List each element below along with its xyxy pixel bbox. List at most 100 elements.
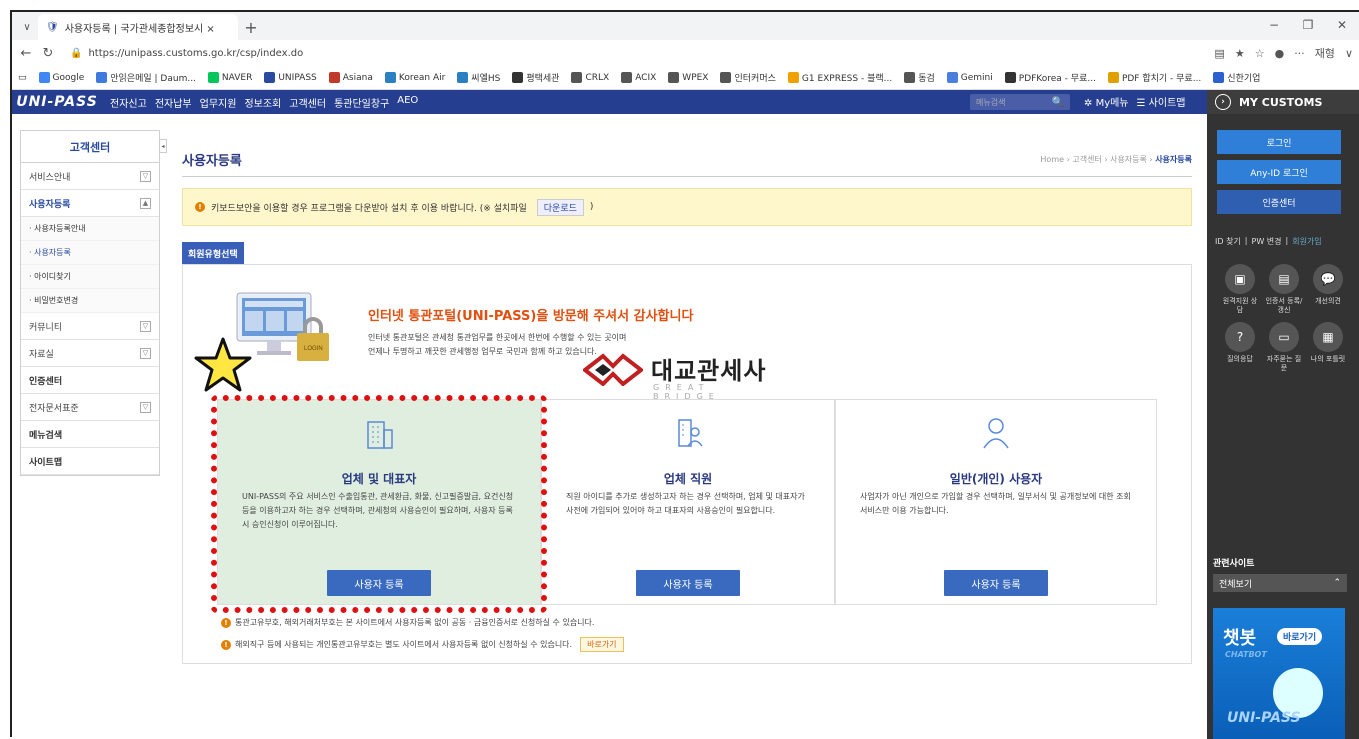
pw-change-link[interactable]: PW 변경 bbox=[1252, 236, 1282, 247]
extension-icon[interactable]: ● bbox=[1275, 47, 1285, 60]
left-nav-item[interactable]: 서비스안내 ▽ bbox=[21, 163, 159, 190]
breadcrumb-item[interactable]: 고객센터 bbox=[1072, 155, 1101, 164]
bookmark-item[interactable]: 인터커머스 bbox=[720, 71, 776, 84]
bookmark-item[interactable]: ACIX bbox=[621, 72, 656, 83]
quick-menu-label[interactable]: 나의 포틀릿 bbox=[1308, 355, 1348, 364]
bookmark-item[interactable]: NAVER bbox=[207, 72, 252, 83]
chatbot-banner[interactable]: 챗봇 바로가기 CHATBOT UNI-PASS bbox=[1213, 608, 1345, 739]
left-nav-item[interactable]: 자료실 ▽ bbox=[21, 340, 159, 367]
gnav-item[interactable]: 통관단일창구 bbox=[334, 95, 389, 110]
tab-list-chevron-icon[interactable]: ∨ bbox=[16, 14, 38, 40]
restore-icon[interactable]: ❐ bbox=[1291, 14, 1325, 36]
refresh-icon[interactable]: ↻ bbox=[40, 46, 56, 61]
unipass-logo[interactable]: UNI-PASS bbox=[12, 90, 102, 114]
close-icon[interactable]: ✕ bbox=[1325, 14, 1359, 36]
url-field[interactable]: 🔒 https://unipass.customs.go.kr/csp/inde… bbox=[62, 43, 1208, 63]
gnav-item[interactable]: 전자신고 bbox=[110, 95, 147, 110]
gnav-item[interactable]: 전자납부 bbox=[155, 95, 192, 110]
bookmark-item[interactable]: Gemini bbox=[946, 72, 993, 83]
go-button[interactable]: 바로가기 bbox=[580, 637, 624, 652]
certificate-icon[interactable]: ▤ bbox=[1269, 264, 1299, 294]
left-nav-subitem[interactable]: · 사용자등록 bbox=[21, 241, 159, 265]
gnav-item[interactable]: 업무지원 bbox=[200, 95, 237, 110]
bookmark-favicon-icon bbox=[1107, 72, 1119, 83]
bookmark-item[interactable]: UNIPASS bbox=[264, 72, 317, 83]
bookmark-item[interactable]: 평택세관 bbox=[512, 71, 559, 84]
quick-menu-label[interactable]: 자주묻는 질문 bbox=[1264, 355, 1304, 373]
bookmark-item[interactable]: 신한기업 bbox=[1213, 71, 1260, 84]
expand-icon[interactable]: ▽ bbox=[140, 170, 151, 182]
bookmark-item[interactable]: 안읽은메일 | Daum... bbox=[96, 71, 196, 84]
favorites-list-icon[interactable]: ☆ bbox=[1255, 47, 1265, 60]
breadcrumb-home[interactable]: Home bbox=[1040, 155, 1064, 164]
new-tab-plus-icon[interactable]: + bbox=[238, 14, 264, 40]
left-nav-item[interactable]: 사용자등록 ▲ bbox=[21, 190, 159, 217]
chatbot-go-button[interactable]: 바로가기 bbox=[1277, 628, 1323, 645]
my-customs-toggle[interactable]: › MY CUSTOMS bbox=[1207, 90, 1359, 114]
left-nav-item[interactable]: 커뮤니티 ▽ bbox=[21, 313, 159, 340]
faq-icon[interactable]: ▭ bbox=[1269, 322, 1299, 352]
left-nav-subitem[interactable]: · 아이디찾기 bbox=[21, 265, 159, 289]
monitor-icon[interactable]: ▣ bbox=[1225, 264, 1255, 294]
register-button[interactable]: 사용자 등록 bbox=[327, 570, 431, 596]
bookmark-item[interactable]: PDF 합치기 - 무료... bbox=[1107, 71, 1201, 84]
bookmark-item[interactable]: G1 EXPRESS - 블랙... bbox=[787, 71, 892, 84]
related-sites-select[interactable]: 전체보기 ⌃ bbox=[1213, 574, 1347, 592]
collapse-icon[interactable]: ◂ bbox=[159, 139, 167, 153]
anyid-login-button[interactable]: Any-ID 로그인 bbox=[1217, 160, 1341, 184]
quick-menu-label[interactable]: 원격지원 상담 bbox=[1220, 297, 1260, 315]
join-link[interactable]: 회원가입 bbox=[1292, 236, 1321, 247]
search-icon[interactable]: 🔍 bbox=[1052, 97, 1064, 108]
breadcrumb-item[interactable]: 사용자등록 bbox=[1110, 155, 1147, 164]
favorite-star-icon[interactable]: ★ bbox=[1235, 47, 1245, 60]
browser-tab[interactable]: 🛡 사용자등록 | 국가관세종합정보시 × bbox=[38, 14, 238, 40]
mymenu-link[interactable]: ✲ My메뉴 bbox=[1084, 94, 1129, 109]
gnav-item[interactable]: 정보조회 bbox=[244, 95, 281, 110]
download-button[interactable]: 다운로드 bbox=[536, 198, 584, 216]
quick-menu-label[interactable]: 개선의견 bbox=[1308, 297, 1348, 306]
minimize-icon[interactable]: − bbox=[1257, 14, 1291, 36]
expand-icon[interactable]: ▽ bbox=[140, 320, 151, 332]
gnav-item[interactable]: 고객센터 bbox=[289, 95, 326, 110]
register-button[interactable]: 사용자 등록 bbox=[636, 570, 740, 596]
left-nav-item[interactable]: 전자문서표준 ▽ bbox=[21, 394, 159, 421]
bookmark-item[interactable]: Google bbox=[38, 72, 84, 83]
bookmark-item[interactable]: CRLX bbox=[571, 72, 609, 83]
speech-bubble-icon[interactable]: 💬 bbox=[1313, 264, 1343, 294]
left-nav-subitem[interactable]: · 사용자등록안내 bbox=[21, 217, 159, 241]
bookmark-item[interactable]: Asiana bbox=[328, 72, 373, 83]
bookmark-item[interactable]: PDFKorea - 무료... bbox=[1004, 71, 1096, 84]
left-nav-item[interactable]: 인증센터 bbox=[21, 367, 159, 394]
more-menu-icon[interactable]: ··· bbox=[1294, 47, 1305, 60]
quick-menu-label[interactable]: 인증서 등록/갱신 bbox=[1264, 297, 1304, 315]
bookmark-item[interactable]: 동검 bbox=[904, 71, 935, 84]
tab-member-type[interactable]: 회원유형선택 bbox=[182, 242, 244, 264]
bookmark-item[interactable]: 씨엘HS bbox=[457, 71, 500, 84]
chevron-down-icon[interactable]: ∨ bbox=[1345, 47, 1353, 60]
register-button[interactable]: 사용자 등록 bbox=[944, 570, 1048, 596]
expand-icon[interactable]: ▽ bbox=[140, 401, 151, 413]
id-find-link[interactable]: ID 찾기 bbox=[1215, 236, 1241, 247]
left-nav-subitem[interactable]: · 비밀번호변경 bbox=[21, 289, 159, 313]
left-nav-item[interactable]: 사이트맵 bbox=[21, 448, 159, 475]
collapse-icon[interactable]: ▲ bbox=[140, 197, 151, 209]
bookmark-item[interactable]: WPEX bbox=[668, 72, 708, 83]
profile-label[interactable]: 재형 bbox=[1315, 45, 1335, 61]
cert-center-button[interactable]: 인증센터 bbox=[1217, 190, 1341, 214]
bookmark-item[interactable]: Korean Air bbox=[384, 72, 445, 83]
card-individual-user[interactable]: 일반(개인) 사용자 사업자가 아닌 개인으로 가입할 경우 선택하며, 일부서… bbox=[835, 399, 1157, 605]
expand-icon[interactable]: ▽ bbox=[140, 347, 151, 359]
portlet-icon[interactable]: ▦ bbox=[1313, 322, 1343, 352]
left-nav-item[interactable]: 메뉴검색 bbox=[21, 421, 159, 448]
menu-search-input[interactable]: 메뉴검색 🔍 bbox=[970, 94, 1070, 110]
sitemap-link[interactable]: ☰ 사이트맵 bbox=[1137, 94, 1186, 109]
card-company-employee[interactable]: 업체 직원 직원 아이디를 추가로 생성하고자 하는 경우 선택하며, 업체 및… bbox=[541, 399, 835, 605]
login-button[interactable]: 로그인 bbox=[1217, 130, 1341, 154]
question-icon[interactable]: ? bbox=[1225, 322, 1255, 352]
card-company-representative[interactable]: 업체 및 대표자 UNI-PASS의 주요 서비스인 수출입통관, 관세환급, … bbox=[217, 399, 541, 605]
gnav-item[interactable]: AEO bbox=[397, 95, 418, 110]
bookmark-folder-icon[interactable]: ▭ bbox=[18, 73, 27, 83]
back-arrow-icon[interactable]: ← bbox=[18, 46, 34, 61]
reader-icon[interactable]: ▤ bbox=[1214, 47, 1224, 60]
quick-menu-label[interactable]: 질의응답 bbox=[1220, 355, 1260, 364]
